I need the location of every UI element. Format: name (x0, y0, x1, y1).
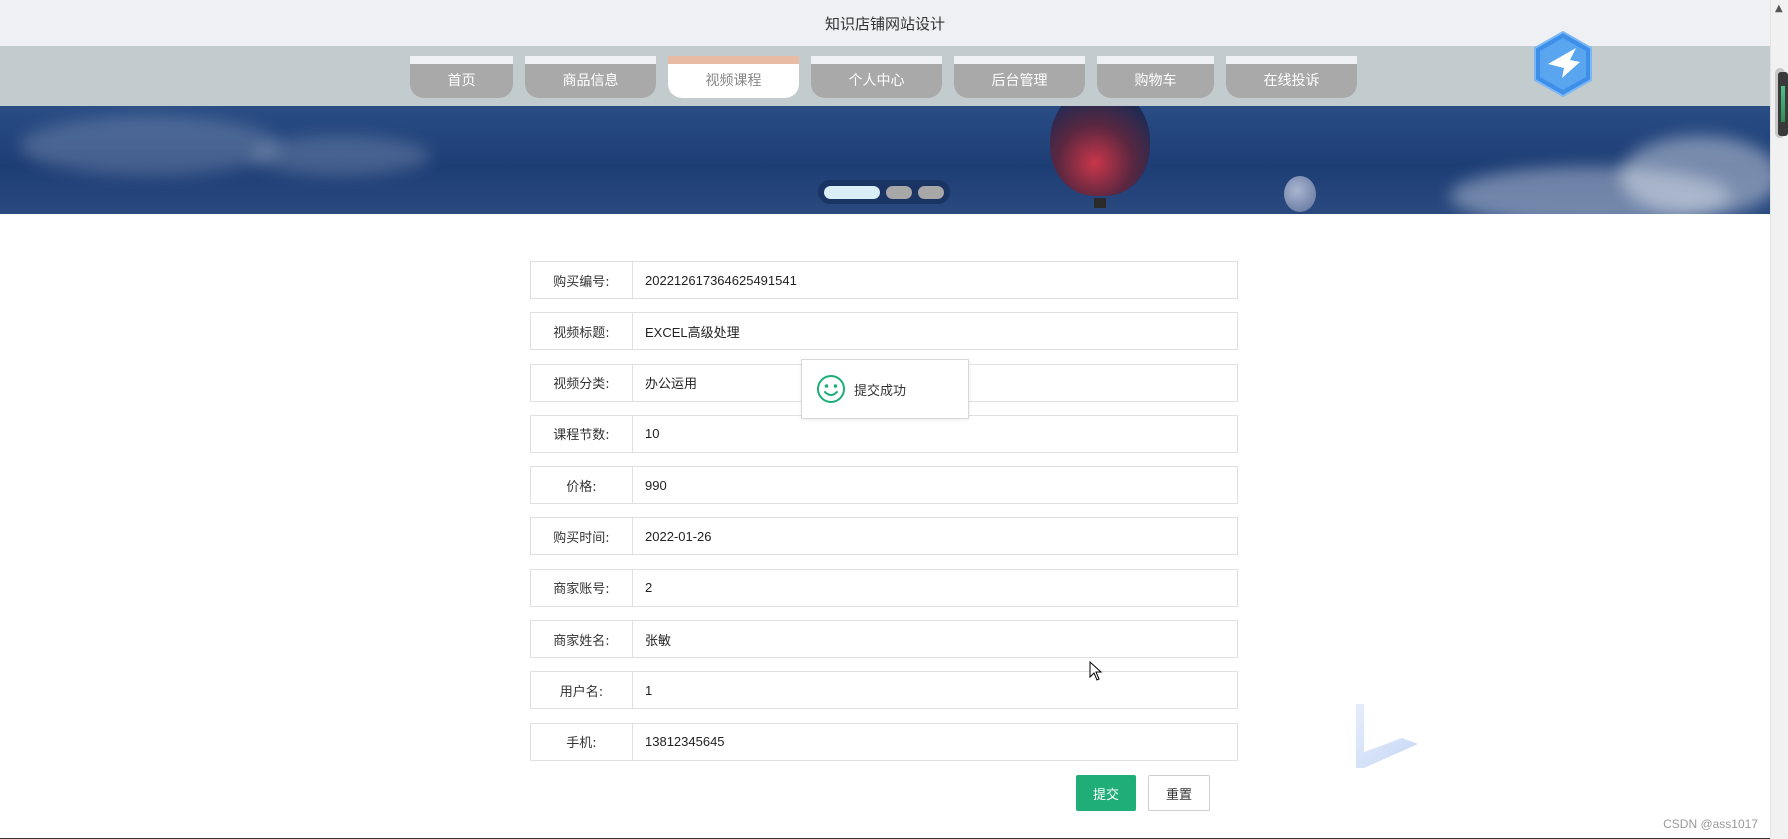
bird-logo-icon (1534, 30, 1592, 98)
phone-field[interactable]: 13812345645 (633, 722, 1238, 761)
field-label: 视频标题: (530, 312, 633, 351)
form-row-phone: 手机: 13812345645 (530, 722, 1238, 761)
mouse-cursor-icon (1089, 661, 1103, 681)
lesson-count-field[interactable]: 10 (633, 414, 1238, 453)
nav-item-complaints[interactable]: 在线投诉 (1226, 56, 1357, 98)
form-row-purchase-time: 购买时间: 2022-01-26 (530, 517, 1238, 556)
field-label: 购买时间: (530, 517, 633, 556)
main-nav: 首页 商品信息 视频课程 个人中心 后台管理 购物车 在线投诉 (410, 56, 1357, 98)
merchant-account-field[interactable]: 2 (633, 568, 1238, 607)
nav-item-admin[interactable]: 后台管理 (954, 56, 1085, 98)
field-label: 用户名: (530, 671, 633, 710)
field-label: 商家账号: (530, 568, 633, 607)
banner-dot-3[interactable] (918, 185, 944, 199)
watermark: CSDN @ass1017 (1663, 817, 1758, 831)
side-widget[interactable] (1778, 72, 1788, 136)
field-label: 视频分类: (530, 363, 633, 402)
form-row-lesson-count: 课程节数: 10 (530, 414, 1238, 453)
field-label: 课程节数: (530, 414, 633, 453)
field-label: 价格: (530, 466, 633, 505)
nav-item-label: 视频课程 (705, 73, 762, 89)
purchase-number-field[interactable]: 202212617364625491541 (633, 261, 1238, 299)
purchase-detail-form: 购买编号: 202212617364625491541 视频标题: EXCEL高… (530, 261, 1238, 774)
username-field[interactable]: 1 (633, 671, 1238, 710)
nav-item-label: 在线投诉 (1263, 73, 1320, 89)
play-arrow-decoration-icon (1356, 704, 1418, 768)
nav-item-label: 商品信息 (562, 73, 619, 89)
form-row-merchant-account: 商家账号: 2 (530, 568, 1238, 607)
form-row-username: 用户名: 1 (530, 671, 1238, 710)
purchase-time-field[interactable]: 2022-01-26 (633, 517, 1238, 556)
nav-item-cart[interactable]: 购物车 (1097, 56, 1214, 98)
form-row-video-title: 视频标题: EXCEL高级处理 (530, 312, 1238, 351)
nav-item-label: 购物车 (1134, 73, 1177, 89)
success-toast: 提交成功 (801, 359, 969, 419)
nav-item-video-courses[interactable]: 视频课程 (668, 56, 799, 98)
site-title-bar: 知识店铺网站设计 (0, 0, 1770, 46)
scroll-up-arrow-icon[interactable]: ▲ (1775, 3, 1783, 14)
smile-icon (817, 375, 845, 403)
reset-button[interactable]: 重置 (1148, 775, 1210, 811)
hot-air-balloon-image (1050, 106, 1150, 196)
form-row-price: 价格: 990 (530, 466, 1238, 505)
small-balloon-image (1284, 176, 1316, 212)
submit-button[interactable]: 提交 (1076, 775, 1136, 811)
field-label: 购买编号: (530, 261, 633, 299)
banner-dot-2[interactable] (886, 185, 912, 199)
nav-item-label: 个人中心 (848, 73, 905, 89)
nav-item-home[interactable]: 首页 (410, 56, 513, 98)
nav-item-label: 后台管理 (991, 73, 1048, 89)
form-actions: 提交 重置 (1076, 775, 1210, 811)
price-field[interactable]: 990 (633, 466, 1238, 505)
site-title: 知识店铺网站设计 (824, 14, 945, 33)
field-label: 商家姓名: (530, 620, 633, 659)
toast-message: 提交成功 (854, 383, 907, 399)
nav-item-personal-center[interactable]: 个人中心 (811, 56, 942, 98)
banner-dot-1[interactable] (824, 185, 880, 199)
merchant-name-field[interactable]: 张敏 (633, 620, 1238, 659)
form-row-purchase-number: 购买编号: 202212617364625491541 (530, 261, 1238, 299)
nav-item-label: 首页 (447, 73, 476, 89)
form-row-merchant-name: 商家姓名: 张敏 (530, 620, 1238, 659)
banner-pagination (818, 180, 950, 204)
video-title-field[interactable]: EXCEL高级处理 (633, 312, 1238, 351)
nav-item-products[interactable]: 商品信息 (525, 56, 656, 98)
field-label: 手机: (530, 722, 633, 761)
